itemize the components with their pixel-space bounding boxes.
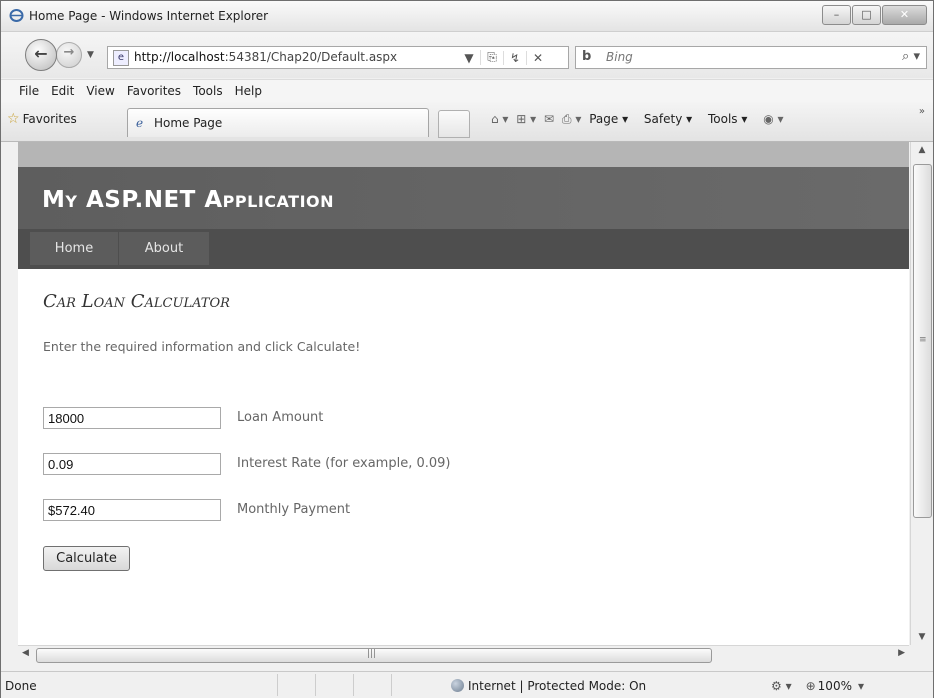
nav-home[interactable]: Home <box>30 232 118 265</box>
forward-arrow-icon: → <box>63 45 75 60</box>
loan-amount-input[interactable]: 18000 <box>43 407 221 429</box>
url-host: http://localhost <box>134 50 225 64</box>
refresh-icon[interactable]: ↯ <box>503 50 526 65</box>
window-title: Home Page - Windows Internet Explorer <box>29 9 269 23</box>
tab-home-page[interactable]: ℯ Home Page <box>127 108 429 137</box>
zone-label: Internet | Protected Mode: On <box>468 679 647 693</box>
menu-edit[interactable]: Edit <box>45 80 80 98</box>
command-bar: ⌂ ▾ ⊞ ▾ ✉ ⎙ ▾ Page ▾ Safety ▾ Tools ▾ ◉ … <box>491 112 788 127</box>
menu-file[interactable]: File <box>13 80 45 98</box>
compatibility-view-icon[interactable]: ⎘ <box>480 50 503 65</box>
menu-tools[interactable]: Tools <box>187 80 229 98</box>
back-arrow-icon: ← <box>34 44 48 63</box>
page-title: Car Loan Calculator <box>43 291 230 312</box>
monthly-payment-label: Monthly Payment <box>237 502 351 517</box>
status-bar: Done Internet | Protected Mode: On ⚙ ▾ ⊕ 1… <box>1 671 933 698</box>
address-dropdown-icon[interactable]: ▼ <box>458 51 480 65</box>
status-dividers <box>277 674 429 696</box>
favorites-bar: ☆ Favorites ℯ Home Page ⌂ ▾ ⊞ ▾ ✉ ⎙ ▾ Pag… <box>1 102 933 142</box>
globe-icon <box>451 679 464 692</box>
scroll-right-icon[interactable]: ▶ <box>898 648 905 658</box>
browser-window: Home Page - Windows Internet Explorer – … <box>0 0 934 698</box>
forward-button[interactable]: → <box>56 42 82 68</box>
history-dropdown-icon[interactable]: ▼ <box>87 50 94 60</box>
site-header: My ASP.NET Application <box>18 167 909 229</box>
site-title: My ASP.NET Application <box>42 187 335 213</box>
chevron-icon[interactable]: » <box>919 106 925 117</box>
new-tab-button[interactable] <box>438 110 470 138</box>
security-zone[interactable]: Internet | Protected Mode: On <box>451 679 646 693</box>
favorites-label: Favorites <box>22 112 77 126</box>
minimize-icon: – <box>833 8 840 21</box>
horizontal-scrollbar[interactable]: ◀ ||| ▶ <box>18 645 909 664</box>
print-icon[interactable]: ⎙ ▾ <box>562 112 581 126</box>
page-icon: e <box>113 50 129 66</box>
tools-menu[interactable]: Tools ▾ <box>708 112 747 126</box>
close-icon: ✕ <box>899 8 910 21</box>
page-top-strip <box>18 142 909 167</box>
scroll-up-icon[interactable]: ▲ <box>911 145 933 155</box>
back-button[interactable]: ← <box>25 39 57 71</box>
zoom-control[interactable]: ⚙ ▾ ⊕ 100% ▾ <box>771 679 878 693</box>
feeds-icon[interactable]: ⊞ ▾ <box>516 112 536 126</box>
address-row: ← → ▼ e http://localhost:54381/Chap20/De… <box>1 32 933 78</box>
safety-menu[interactable]: Safety ▾ <box>644 112 692 126</box>
menu-view[interactable]: View <box>80 80 120 98</box>
stop-icon[interactable]: ✕ <box>526 50 549 65</box>
loan-amount-label: Loan Amount <box>237 410 324 425</box>
tab-label: Home Page <box>154 116 223 130</box>
ie-logo-icon <box>9 8 24 23</box>
addon-icon[interactable]: ⚙ ▾ <box>771 679 792 693</box>
scroll-down-icon[interactable]: ▼ <box>911 632 933 642</box>
page-menu[interactable]: Page ▾ <box>589 112 628 126</box>
grip-icon: ≡ <box>919 335 927 345</box>
site-menu: Home About <box>18 229 909 269</box>
page-viewport: My ASP.NET Application Home About Car Lo… <box>18 142 909 645</box>
zoom-dropdown-icon[interactable]: ▾ <box>858 679 864 693</box>
menu-favorites[interactable]: Favorites <box>121 80 187 98</box>
calculate-button[interactable]: Calculate <box>43 546 130 571</box>
address-url[interactable]: http://localhost:54381/Chap20/Default.as… <box>134 50 397 64</box>
nav-about[interactable]: About <box>119 232 209 265</box>
menu-bar: File Edit View Favorites Tools Help <box>1 79 933 102</box>
maximize-button[interactable]: □ <box>852 5 881 25</box>
grip-icon: ||| <box>367 649 377 659</box>
search-placeholder: Bing <box>606 50 633 64</box>
horizontal-scroll-thumb[interactable]: ||| <box>36 648 712 663</box>
maximize-icon: □ <box>861 8 872 21</box>
monthly-payment-input[interactable]: $572.40 <box>43 499 221 521</box>
zoom-icon: ⊕ <box>805 679 816 693</box>
close-button[interactable]: ✕ <box>882 5 927 25</box>
interest-rate-label: Interest Rate (for example, 0.09) <box>237 456 451 471</box>
menu-help[interactable]: Help <box>229 80 268 98</box>
zoom-level: 100% <box>817 679 852 693</box>
search-box[interactable]: b Bing ⌕ ▾ <box>575 46 927 69</box>
home-icon[interactable]: ⌂ ▾ <box>491 112 508 126</box>
minimize-button[interactable]: – <box>822 5 851 25</box>
url-path: :54381/Chap20/Default.aspx <box>224 50 398 64</box>
intro-text: Enter the required information and click… <box>43 339 361 354</box>
title-bar: Home Page - Windows Internet Explorer – … <box>1 1 933 32</box>
interest-rate-input[interactable]: 0.09 <box>43 453 221 475</box>
address-bar[interactable]: e http://localhost:54381/Chap20/Default.… <box>107 46 569 69</box>
vertical-scrollbar[interactable]: ▲ ≡ ▼ <box>910 142 933 645</box>
search-icon[interactable]: ⌕ ▾ <box>902 49 920 64</box>
mail-icon[interactable]: ✉ <box>544 112 554 126</box>
ie-page-icon: ℯ <box>136 116 144 130</box>
vertical-scroll-thumb[interactable]: ≡ <box>913 164 932 518</box>
bing-logo-icon: b <box>582 49 592 64</box>
help-icon[interactable]: ◉ ▾ <box>763 112 783 126</box>
star-icon: ☆ <box>7 111 20 127</box>
favorites-button[interactable]: ☆ Favorites <box>7 111 77 127</box>
status-text: Done <box>5 679 37 693</box>
scroll-left-icon[interactable]: ◀ <box>22 648 29 658</box>
